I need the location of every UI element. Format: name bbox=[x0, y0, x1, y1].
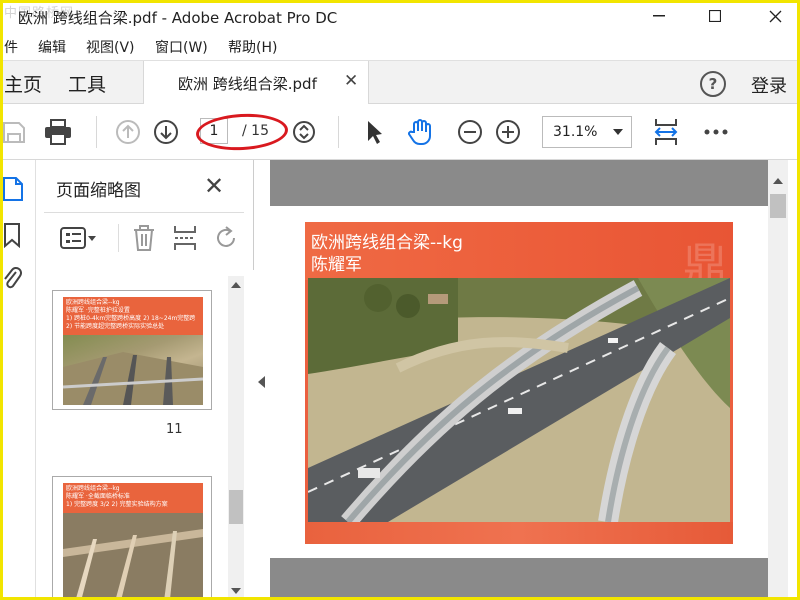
delete-icon[interactable] bbox=[132, 224, 156, 256]
page-gap-top bbox=[270, 160, 784, 206]
menu-edit[interactable]: 编辑 bbox=[38, 37, 66, 57]
thumbnail-list: 欧洲跨线组合梁--kg 陈耀军 ·完整桩护拉设置 1) 跨桩0-4km完整跨桥高… bbox=[36, 270, 254, 600]
document-scrollbar[interactable] bbox=[768, 160, 788, 600]
minimize-button[interactable] bbox=[636, 0, 682, 32]
menu-bar: 件 编辑 视图(V) 窗口(W) 帮助(H) bbox=[0, 32, 800, 60]
page-thumbnails-icon[interactable] bbox=[2, 176, 24, 206]
scrollbar-thumb[interactable] bbox=[770, 194, 786, 218]
rotate-icon[interactable] bbox=[214, 224, 238, 256]
menu-view[interactable]: 视图(V) bbox=[86, 37, 135, 57]
tab-bar: 主页 工具 欧洲 跨线组合梁.pdf ✕ ? 登录 bbox=[0, 60, 800, 105]
attachment-icon[interactable] bbox=[2, 264, 22, 296]
chevron-down-icon bbox=[613, 129, 623, 135]
zoom-fit-icon[interactable] bbox=[290, 118, 318, 146]
thumbnail-header: 欧洲跨线组合梁--kg 陈耀军 ·完整桩护拉设置 1) 跨桩0-4km完整跨桥高… bbox=[63, 297, 203, 335]
zoom-in-icon[interactable] bbox=[494, 118, 522, 146]
page-gap-bottom bbox=[270, 558, 784, 600]
close-icon bbox=[769, 10, 781, 22]
thumbnail-panel: 页面缩略图 ✕ 欧洲跨线组合梁--kg 陈耀军 ·完整桩护拉设置 1) 跨桩0-… bbox=[36, 160, 254, 600]
thumbnail-photo bbox=[62, 327, 204, 405]
window-title: 欧洲 跨线组合梁.pdf - Adobe Acrobat Pro DC bbox=[18, 9, 338, 27]
toolbar: 1 / 15 31.1% bbox=[0, 104, 800, 160]
thumbnail-content: 欧洲跨线组合梁--kg 陈耀军 ·全截面临桥标准 1) 完整跨度 3/2 2) … bbox=[63, 483, 203, 600]
toolbar-separator bbox=[338, 116, 339, 148]
thumbnail-scrollbar[interactable] bbox=[228, 276, 244, 600]
panel-divider bbox=[44, 212, 244, 213]
panel-separator bbox=[118, 224, 119, 252]
toolbar-separator bbox=[96, 116, 97, 148]
thumbnail-options-icon[interactable] bbox=[60, 226, 98, 254]
panel-title: 页面缩略图 bbox=[56, 181, 141, 201]
login-button[interactable]: 登录 bbox=[751, 72, 787, 98]
select-tool-icon[interactable] bbox=[360, 118, 388, 146]
left-nav-rail bbox=[0, 160, 36, 600]
fit-page-icon[interactable] bbox=[652, 118, 680, 146]
more-options-icon[interactable] bbox=[702, 118, 730, 146]
extract-page-icon[interactable] bbox=[172, 224, 198, 256]
title-bar: 中国路桥网 欧洲 跨线组合梁.pdf - Adobe Acrobat Pro D… bbox=[0, 0, 800, 32]
scrollbar-thumb[interactable] bbox=[229, 490, 243, 524]
help-icon[interactable]: ? bbox=[700, 71, 726, 97]
thumbnail-page-11[interactable]: 欧洲跨线组合梁--kg 陈耀军 ·完整桩护拉设置 1) 跨桩0-4km完整跨桥高… bbox=[52, 290, 212, 410]
maximize-icon bbox=[709, 10, 721, 22]
slide-author: 陈耀军 bbox=[311, 255, 362, 275]
menu-file[interactable]: 件 bbox=[4, 37, 18, 57]
slide-footer-band bbox=[305, 522, 733, 544]
bridge-photo bbox=[308, 278, 730, 522]
zoom-value: 31.1% bbox=[553, 124, 598, 140]
bookmark-icon[interactable] bbox=[2, 222, 22, 252]
collapse-panel-icon[interactable] bbox=[258, 376, 265, 388]
tab-home[interactable]: 主页 bbox=[4, 70, 42, 97]
page-down-icon[interactable] bbox=[152, 118, 180, 146]
panel-close-icon[interactable]: ✕ bbox=[204, 172, 224, 200]
zoom-out-icon[interactable] bbox=[456, 118, 484, 146]
thumbnail-content: 欧洲跨线组合梁--kg 陈耀军 ·完整桩护拉设置 1) 跨桩0-4km完整跨桥高… bbox=[62, 297, 204, 405]
menu-help[interactable]: 帮助(H) bbox=[228, 37, 277, 57]
hand-tool-icon[interactable] bbox=[406, 118, 434, 146]
zoom-select[interactable]: 31.1% bbox=[542, 116, 632, 148]
page-up-icon[interactable] bbox=[114, 118, 142, 146]
scroll-up-icon[interactable] bbox=[231, 282, 241, 288]
close-window-button[interactable] bbox=[752, 0, 798, 32]
save-icon[interactable] bbox=[0, 118, 28, 146]
tab-close-icon[interactable]: ✕ bbox=[344, 71, 358, 91]
tab-document[interactable]: 欧洲 跨线组合梁.pdf ✕ bbox=[143, 61, 369, 105]
thumbnail-photo bbox=[63, 509, 203, 600]
thumbnail-page-12[interactable]: 欧洲跨线组合梁--kg 陈耀军 ·全截面临桥标准 1) 完整跨度 3/2 2) … bbox=[52, 476, 212, 600]
scroll-up-icon[interactable] bbox=[773, 178, 783, 184]
thumbnail-header: 欧洲跨线组合梁--kg 陈耀军 ·全截面临桥标准 1) 完整跨度 3/2 2) … bbox=[63, 483, 203, 513]
tab-document-label: 欧洲 跨线组合梁.pdf bbox=[178, 75, 317, 93]
minimize-icon bbox=[653, 15, 665, 17]
pdf-page: 鼎 欧洲跨线组合梁--kg 陈耀军 bbox=[305, 222, 733, 544]
thumbnail-label: 11 bbox=[166, 422, 183, 437]
maximize-button[interactable] bbox=[692, 0, 738, 32]
tab-tools[interactable]: 工具 bbox=[68, 70, 106, 97]
print-icon[interactable] bbox=[44, 118, 72, 146]
scroll-down-icon[interactable] bbox=[231, 588, 241, 594]
menu-window[interactable]: 窗口(W) bbox=[155, 37, 208, 57]
